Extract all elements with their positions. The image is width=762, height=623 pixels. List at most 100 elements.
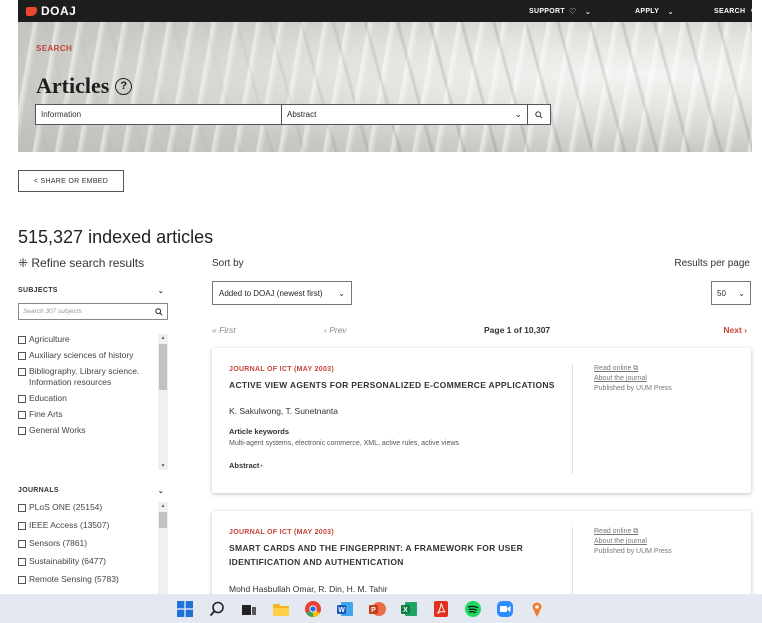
- journal-checkbox-item[interactable]: Remote Sensing (5783): [18, 574, 160, 585]
- subject-label: Education: [29, 393, 67, 403]
- acrobat-icon[interactable]: [431, 599, 451, 619]
- checkbox[interactable]: [18, 335, 26, 344]
- first-page-link[interactable]: « First: [212, 325, 236, 335]
- journals-scrollbar[interactable]: ▲: [158, 502, 168, 594]
- subject-checkbox-item[interactable]: Auxiliary sciences of history: [18, 350, 160, 361]
- journals-list: PLoS ONE (25154) IEEE Access (13507) Sen…: [18, 502, 160, 594]
- word-icon[interactable]: W: [335, 599, 355, 619]
- results-count: 515,327 indexed articles: [18, 227, 214, 247]
- search-icon: [535, 110, 543, 119]
- search-row: Abstract ⌄: [35, 104, 551, 125]
- subjects-facet-header[interactable]: SUBJECTS ⌄: [18, 287, 164, 295]
- search-hero: SEARCH Articles ? Abstract ⌄: [18, 22, 752, 152]
- plus-icon: +: [259, 461, 264, 470]
- share-or-embed-button[interactable]: < SHARE OR EMBED: [18, 170, 124, 192]
- about-journal-link[interactable]: About the journal: [594, 374, 672, 384]
- scroll-up-icon[interactable]: ▲: [158, 334, 168, 342]
- doaj-logo[interactable]: DOAJ: [26, 4, 76, 18]
- checkbox[interactable]: [18, 503, 26, 512]
- subject-label: Agriculture: [29, 334, 70, 344]
- subject-checkbox-item[interactable]: Bibliography. Library science. Informati…: [18, 366, 160, 388]
- search-input[interactable]: [35, 104, 282, 125]
- apply-menu[interactable]: APPLY ⌄: [635, 0, 674, 22]
- article-keywords: Multi-agent systems, electronic commerce…: [229, 440, 459, 447]
- checkbox[interactable]: [18, 410, 26, 419]
- powerpoint-icon[interactable]: P: [367, 599, 387, 619]
- support-menu[interactable]: SUPPORT ♡ ⌄: [529, 0, 591, 22]
- task-view-icon[interactable]: [239, 599, 259, 619]
- journals-facet-header[interactable]: JOURNALS ⌄: [18, 487, 164, 495]
- pagination: « First ‹ Prev Page 1 of 10,307 Next ›: [212, 325, 751, 337]
- journal-label: IEEE Access (13507): [29, 520, 110, 530]
- page-indicator: Page 1 of 10,307: [484, 325, 551, 335]
- subject-label: Auxiliary sciences of history: [29, 350, 134, 360]
- scrollbar-thumb[interactable]: [159, 344, 167, 390]
- search-button[interactable]: [528, 104, 551, 125]
- sort-by-label: Sort by: [212, 258, 244, 269]
- abstract-label: Abstract: [229, 461, 260, 470]
- keywords-heading: Article keywords: [229, 427, 290, 436]
- subject-label: Fine Arts: [29, 409, 63, 419]
- chevron-down-icon: ⌄: [157, 288, 164, 295]
- search-icon[interactable]: [207, 599, 227, 619]
- checkbox[interactable]: [18, 539, 26, 548]
- page-title-text: Articles: [36, 73, 110, 98]
- publisher-text: Published by UUM Press: [594, 548, 672, 555]
- checkbox[interactable]: [18, 521, 26, 530]
- checkbox[interactable]: [18, 367, 26, 376]
- subject-checkbox-item[interactable]: General Works: [18, 425, 160, 436]
- journal-name[interactable]: JOURNAL OF ICT (MAY 2003): [229, 529, 334, 536]
- file-explorer-icon[interactable]: [271, 599, 291, 619]
- help-icon[interactable]: ?: [115, 77, 133, 95]
- about-journal-link[interactable]: About the journal: [594, 537, 672, 547]
- search-menu[interactable]: SEARCH: [714, 0, 759, 22]
- journal-checkbox-item[interactable]: Sensors (7861): [18, 538, 160, 549]
- checkbox[interactable]: [18, 426, 26, 435]
- journal-label: Sustainability (6477): [29, 556, 107, 566]
- scroll-down-icon[interactable]: ▼: [158, 462, 168, 470]
- subject-label: Bibliography. Library science. Informati…: [29, 366, 140, 387]
- zoom-icon[interactable]: [495, 599, 515, 619]
- result-sidebar: Read online ⧉ About the journal Publishe…: [572, 527, 672, 597]
- checkbox[interactable]: [18, 351, 26, 360]
- subjects-scrollbar[interactable]: ▲ ▼: [158, 334, 168, 470]
- results-per-page-select[interactable]: 50 ⌄: [711, 281, 751, 305]
- figma-icon[interactable]: [527, 599, 547, 619]
- result-sidebar: Read online ⧉ About the journal Publishe…: [572, 364, 672, 474]
- journal-checkbox-item[interactable]: Sustainability (6477): [18, 556, 160, 567]
- checkbox[interactable]: [18, 575, 26, 584]
- spotify-icon[interactable]: [463, 599, 483, 619]
- excel-icon[interactable]: X: [399, 599, 419, 619]
- scroll-up-icon[interactable]: ▲: [158, 502, 168, 510]
- journal-checkbox-item[interactable]: PLoS ONE (25154): [18, 502, 160, 513]
- sort-select[interactable]: Added to DOAJ (newest first) ⌄: [212, 281, 352, 305]
- prev-page-link[interactable]: ‹ Prev: [324, 325, 347, 335]
- doaj-logo-icon: [26, 6, 37, 16]
- journal-name[interactable]: JOURNAL OF ICT (MAY 2003): [229, 366, 334, 373]
- subject-checkbox-item[interactable]: Fine Arts: [18, 409, 160, 420]
- chrome-icon[interactable]: [303, 599, 323, 619]
- subject-checkbox-item[interactable]: Agriculture: [18, 334, 160, 345]
- checkbox[interactable]: [18, 557, 26, 566]
- subject-label: General Works: [29, 425, 86, 435]
- article-title[interactable]: ACTIVE VIEW AGENTS FOR PERSONALIZED E-CO…: [229, 378, 559, 392]
- article-title[interactable]: SMART CARDS AND THE FINGERPRINT: A FRAME…: [229, 541, 559, 569]
- abstract-toggle[interactable]: Abstract+: [229, 461, 264, 470]
- subject-checkbox-item[interactable]: Education: [18, 393, 160, 404]
- subjects-search-input[interactable]: Search 307 subjects: [18, 303, 168, 320]
- windows-start-icon[interactable]: [175, 599, 195, 619]
- read-online-link[interactable]: Read online ⧉: [594, 364, 672, 374]
- checkbox[interactable]: [18, 394, 26, 403]
- chevron-down-icon: ⌄: [514, 109, 522, 119]
- article-authors: K. Sakulwong, T. Sunetnanta: [229, 406, 339, 416]
- scrollbar-thumb[interactable]: [159, 512, 167, 528]
- journal-label: Sensors (7861): [29, 538, 88, 548]
- sort-value: Added to DOAJ (newest first): [219, 288, 323, 298]
- journals-header-label: JOURNALS: [18, 487, 59, 494]
- read-online-link[interactable]: Read online ⧉: [594, 527, 672, 537]
- logo-text: DOAJ: [41, 4, 77, 18]
- journal-checkbox-item[interactable]: IEEE Access (13507): [18, 520, 160, 531]
- next-page-link[interactable]: Next ›: [723, 325, 747, 335]
- journal-label: Remote Sensing (5783): [29, 574, 119, 584]
- search-field-select[interactable]: Abstract ⌄: [282, 104, 528, 125]
